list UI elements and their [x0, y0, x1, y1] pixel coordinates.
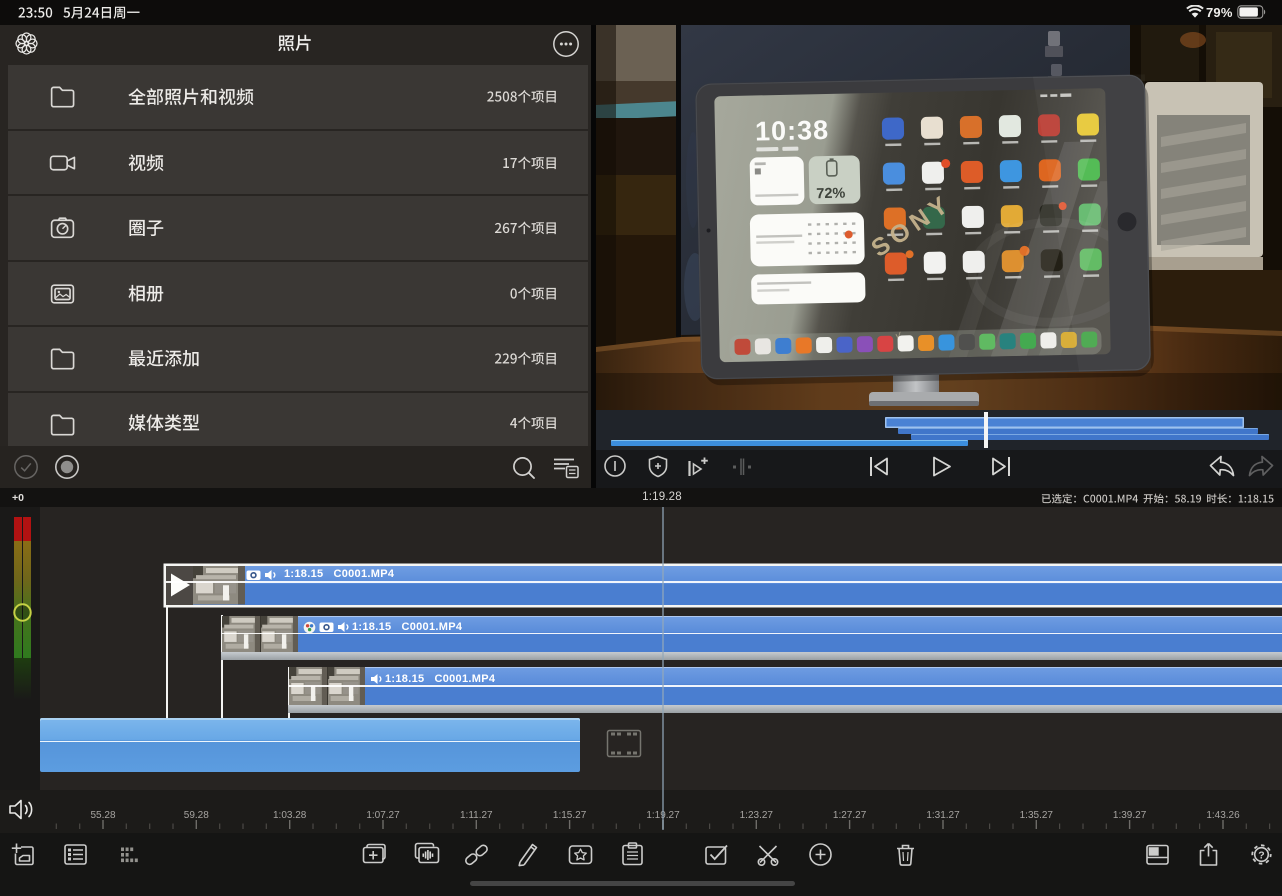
svg-text:10:38: 10:38 — [755, 115, 830, 147]
svg-text:?: ? — [1258, 850, 1264, 862]
svg-text:72%: 72% — [816, 186, 845, 203]
